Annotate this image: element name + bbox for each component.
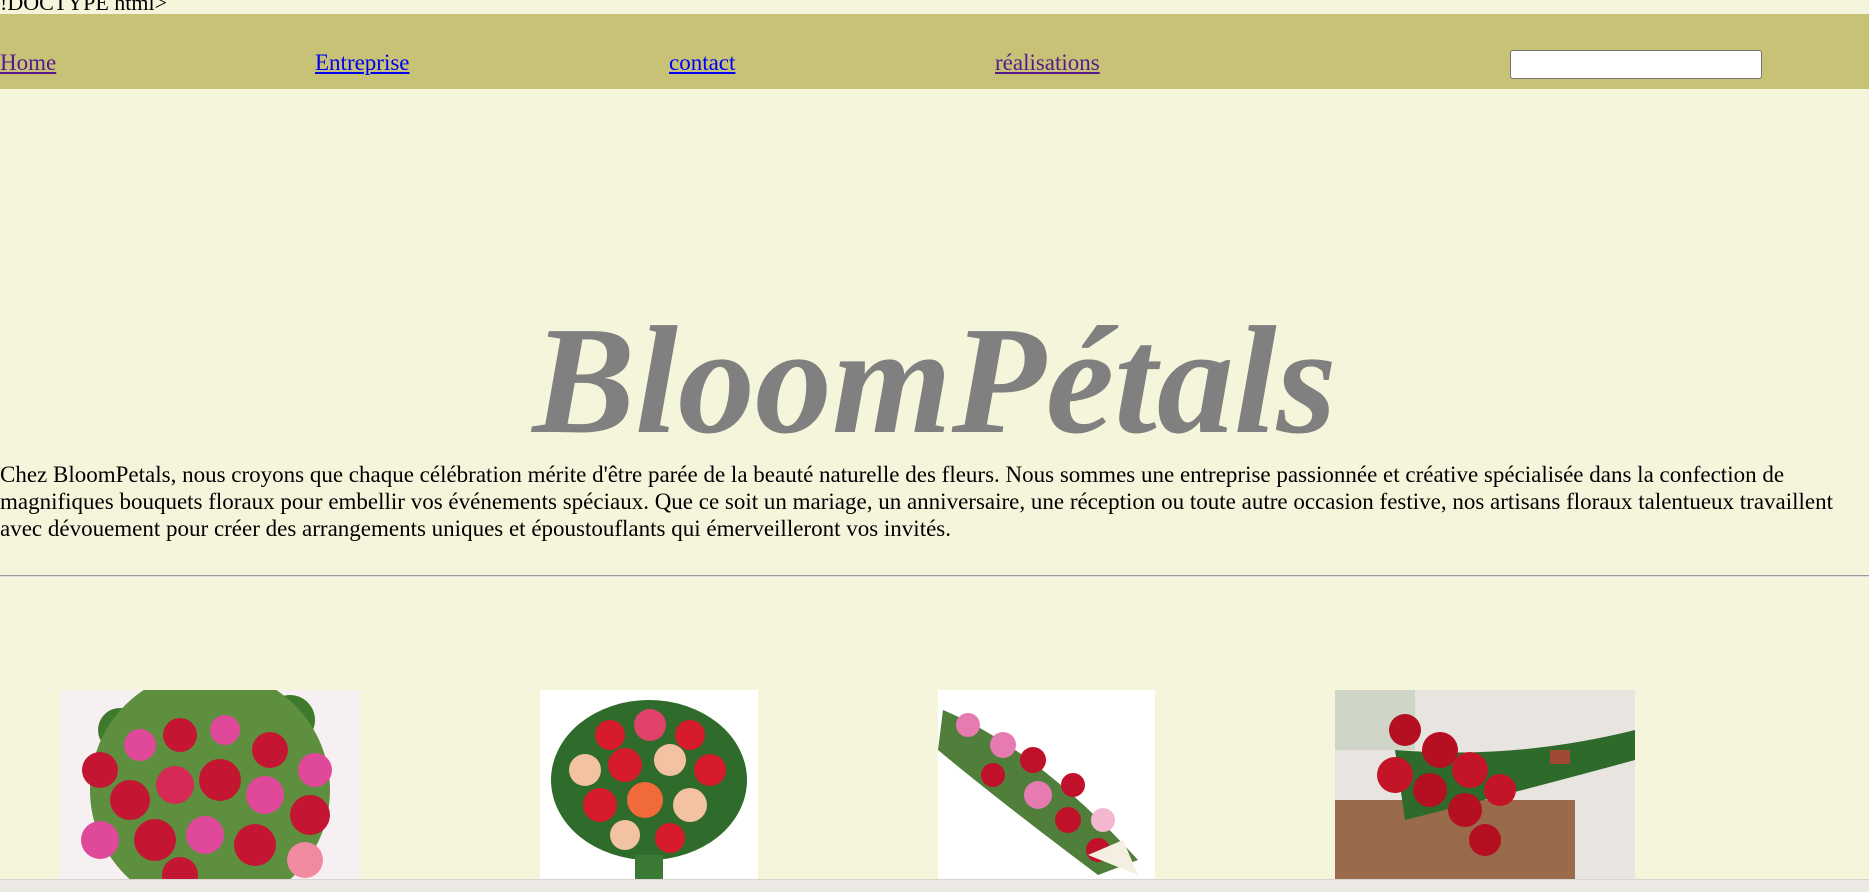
bouquet-red-roses-on-table-image [1335, 690, 1635, 880]
bouquet-lilies-image [938, 690, 1155, 880]
nav-link-home[interactable]: Home [0, 50, 56, 76]
section-divider [0, 575, 1869, 577]
bouquet-pink-red-roses-image [60, 690, 360, 880]
stray-doctype-text: !DOCTYPE html> [0, 0, 168, 15]
intro-paragraph: Chez BloomPetals, nous croyons que chaqu… [0, 462, 1834, 541]
bottom-window-edge [0, 879, 1869, 892]
nav-link-entreprise[interactable]: Entreprise [315, 50, 410, 76]
brand-title: BloomPétals [532, 296, 1337, 467]
search-input[interactable] [1510, 50, 1762, 79]
nav-link-contact[interactable]: contact [669, 50, 735, 76]
bouquet-mixed-roses-image [540, 690, 758, 880]
top-navigation-bar: Home Entreprise contact réalisations [0, 14, 1869, 89]
nav-link-realisations[interactable]: réalisations [995, 50, 1100, 76]
